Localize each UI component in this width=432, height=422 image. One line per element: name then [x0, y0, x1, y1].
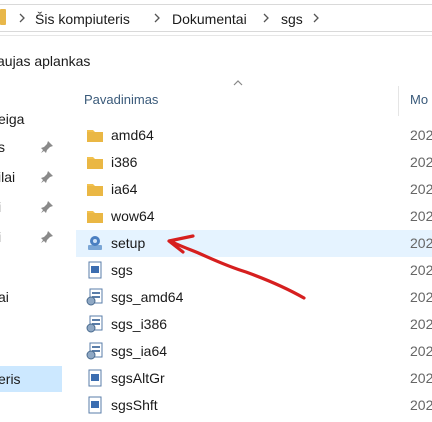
setup-info-icon	[86, 315, 103, 333]
nav-item[interactable]: eiga	[0, 106, 70, 132]
folder-icon	[87, 157, 103, 169]
folder-icon	[87, 130, 103, 142]
new-folder-button[interactable]: aujas aplankas	[0, 53, 90, 69]
setup-info-icon	[86, 342, 103, 360]
list-item[interactable]: sgs_ia64 202	[76, 338, 432, 365]
file-date: 202	[410, 370, 432, 386]
file-name: sgs_i386	[111, 316, 168, 332]
file-list: Pavadinimas Mo amd64 202 i386 202 ia64 2…	[72, 76, 432, 422]
folder-icon	[87, 184, 103, 196]
list-item[interactable]: sgs 202	[76, 257, 432, 284]
file-name: amd64	[111, 127, 154, 143]
nav-item[interactable]: i	[0, 224, 70, 250]
file-name: sgsShft	[111, 397, 158, 413]
file-name: sgs	[111, 262, 133, 278]
list-item[interactable]: amd64 202	[76, 122, 432, 149]
document-icon	[88, 261, 102, 279]
column-header-modified[interactable]: Mo	[410, 92, 428, 107]
file-name: setup	[111, 235, 146, 251]
nav-item-label: s	[0, 139, 5, 155]
pin-icon[interactable]	[40, 200, 54, 214]
nav-item[interactable]: ilai	[0, 164, 70, 190]
list-item[interactable]: i386 202	[76, 149, 432, 176]
address-bar[interactable]: Šis kompiuteris Dokumentai sgs	[0, 0, 432, 36]
file-date: 202	[410, 397, 432, 413]
file-date: 202	[410, 316, 432, 332]
setup-info-icon	[86, 288, 103, 306]
file-date: 202	[410, 235, 432, 251]
file-name: i386	[111, 154, 138, 170]
list-item[interactable]: sgs_amd64 202	[76, 284, 432, 311]
breadcrumb-item-documents[interactable]: Dokumentai	[172, 10, 247, 28]
file-name: sgs_ia64	[111, 343, 168, 359]
file-date: 202	[410, 154, 432, 170]
navigation-pane: eiga s ilai i i ai eris	[0, 88, 70, 422]
file-name: wow64	[111, 208, 155, 224]
nav-item-label: i	[0, 199, 1, 215]
list-item[interactable]: sgsAltGr 202	[76, 365, 432, 392]
chevron-right-icon[interactable]	[311, 11, 321, 25]
pin-icon[interactable]	[40, 140, 54, 154]
column-header-name[interactable]: Pavadinimas	[84, 92, 158, 107]
list-item[interactable]: sgsShft 202	[76, 392, 432, 419]
nav-item-label: eiga	[0, 111, 25, 127]
list-item[interactable]: ia64 202	[76, 176, 432, 203]
list-item-setup[interactable]: setup 202	[76, 230, 432, 257]
nav-item-label: ai	[0, 289, 9, 305]
breadcrumb-item-this-pc[interactable]: Šis kompiuteris	[35, 10, 130, 28]
sort-up-icon	[233, 80, 243, 86]
pin-icon[interactable]	[40, 230, 54, 244]
nav-item-label: ilai	[0, 169, 16, 185]
nav-item[interactable]: i	[0, 194, 70, 220]
list-item[interactable]: sgs_i386 202	[76, 311, 432, 338]
file-name: sgsAltGr	[111, 370, 165, 386]
computer-icon	[0, 9, 6, 25]
document-icon	[88, 369, 102, 387]
chevron-right-icon[interactable]	[261, 11, 271, 25]
file-date: 202	[410, 343, 432, 359]
nav-item-label: eris	[0, 371, 21, 387]
nav-item[interactable]: s	[0, 134, 70, 160]
folder-icon	[87, 211, 103, 223]
chevron-right-icon[interactable]	[152, 11, 162, 25]
chevron-right-icon[interactable]	[17, 11, 27, 25]
file-date: 202	[410, 208, 432, 224]
file-name: ia64	[111, 181, 138, 197]
list-item[interactable]: wow64 202	[76, 203, 432, 230]
installer-icon	[88, 236, 102, 250]
nav-item-this-pc[interactable]: eris	[0, 366, 62, 392]
file-date: 202	[410, 262, 432, 278]
file-date: 202	[410, 181, 432, 197]
file-date: 202	[410, 127, 432, 143]
nav-item-label: i	[0, 229, 1, 245]
document-icon	[88, 396, 102, 414]
pin-icon[interactable]	[40, 170, 54, 184]
file-date: 202	[410, 289, 432, 305]
column-divider[interactable]	[398, 86, 399, 116]
file-name: sgs_amd64	[111, 289, 184, 305]
nav-item[interactable]: ai	[0, 284, 70, 310]
breadcrumb-item-sgs[interactable]: sgs	[281, 10, 303, 28]
